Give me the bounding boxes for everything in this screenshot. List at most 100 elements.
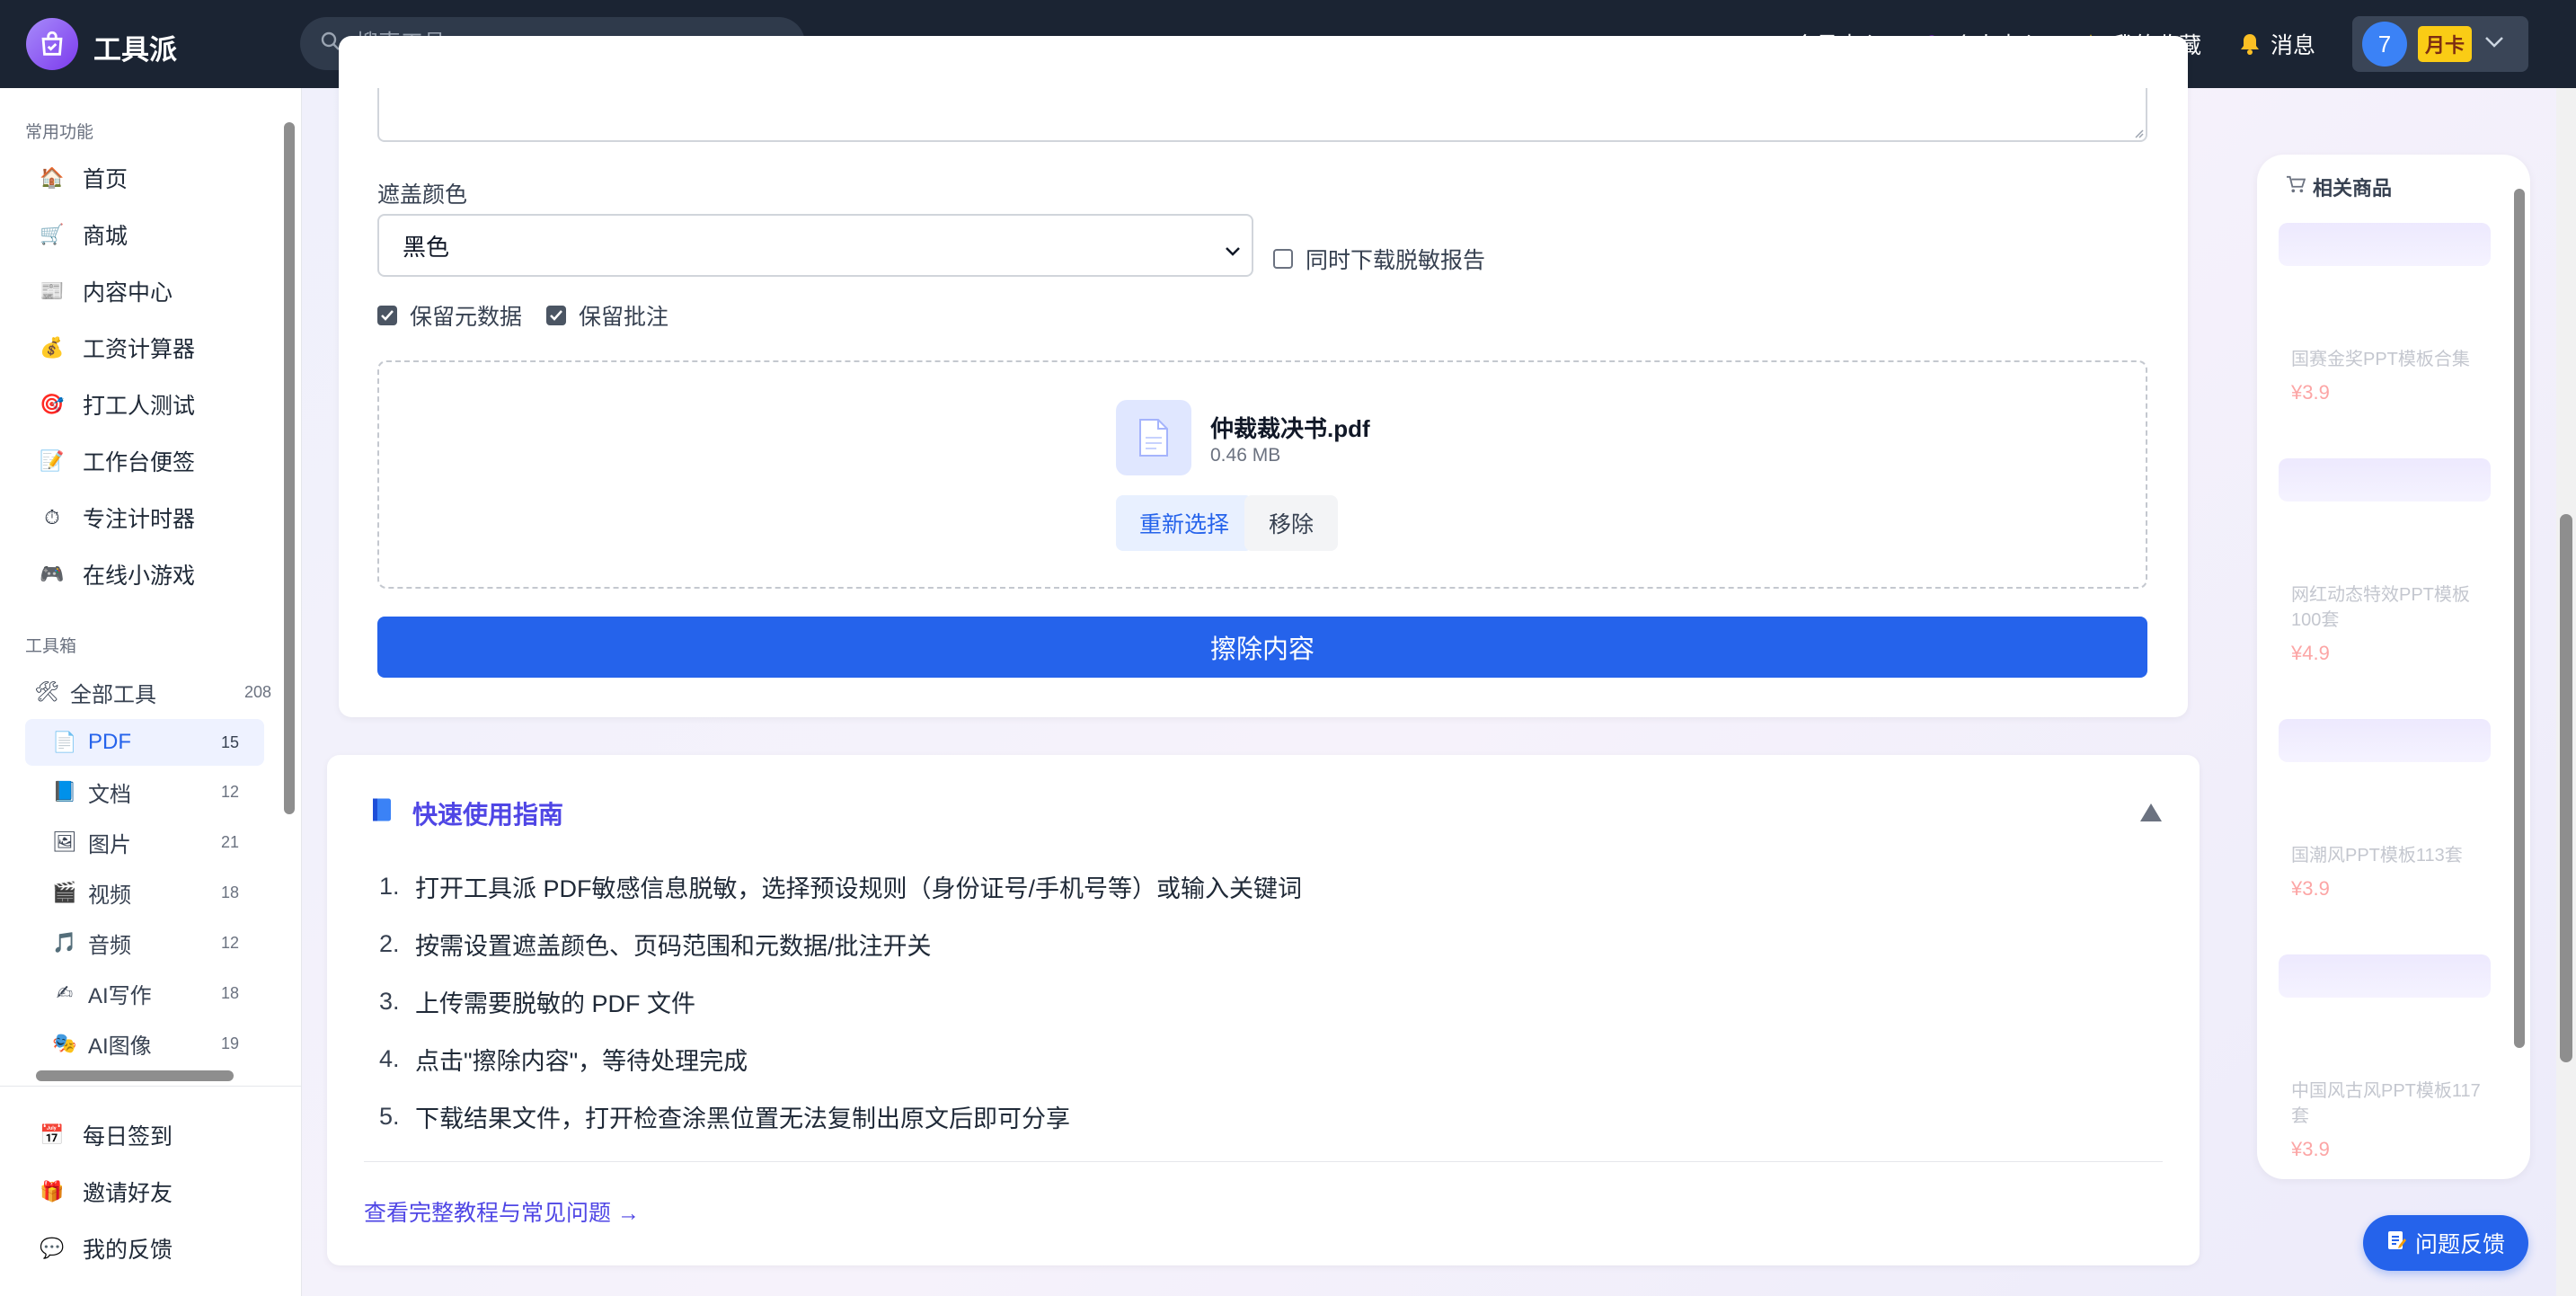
item-count: 18 [220,883,239,901]
sidebar-item-worker-test[interactable]: 🎯 打工人测试 [40,384,195,425]
sidebar-item-label: 图片 [88,832,131,857]
cart-icon [2286,175,2306,199]
item-count: 12 [220,782,239,801]
feedback-button[interactable]: 问题反馈 [2363,1215,2528,1271]
app-name[interactable]: 工具派 [93,27,177,67]
sidebar-item-images[interactable]: 🖼 图片 21 [25,819,264,865]
cart-icon: 🛒 [40,223,65,245]
remove-file-button[interactable]: 移除 [1244,495,1338,551]
step-number: 3. [379,987,400,1015]
logo-icon[interactable] [26,18,78,70]
item-count: 21 [220,832,239,851]
nav-messages[interactable]: 消息 [2238,0,2315,88]
resize-handle-icon[interactable] [2133,128,2144,138]
sidebar-item-invite-friends[interactable]: 🎁 邀请好友 [40,1171,173,1212]
blue-book-icon: 📘 [52,780,77,803]
sidebar-item-home[interactable]: 🏠 首页 [40,157,128,199]
cover-color-select[interactable]: 黑色 [377,214,1253,277]
product-name: 网红动态特效PPT模板100套 [2291,585,2470,630]
blue-book-icon [368,796,395,828]
product-card[interactable]: 国赛金奖PPT模板合集 ¥3.9 [2279,223,2491,404]
money-bag-icon: 💰 [40,336,65,359]
sidebar-item-daily-checkin[interactable]: 📅 每日签到 [40,1114,173,1156]
sidebar-horizontal-scrollbar[interactable] [9,1066,270,1086]
sidebar-vertical-scrollbar[interactable] [282,99,297,818]
scrollbar-thumb[interactable] [2560,514,2572,1062]
checkmark-icon[interactable] [377,306,397,325]
sidebar-item-focus-timer[interactable]: ⏱ 专注计时器 [40,497,195,538]
product-thumbnail [2279,719,2491,762]
product-card[interactable]: 网红动态特效PPT模板100套 ¥4.9 [2279,458,2491,665]
download-report-checkbox[interactable]: 同时下载脱敏报告 [1273,243,1485,275]
full-tutorial-link[interactable]: 查看完整教程与常见问题 → [364,1195,640,1228]
chevron-down-icon[interactable] [2484,36,2504,53]
keep-annotations-checkbox[interactable]: 保留批注 [546,299,668,332]
checkmark-icon[interactable] [546,306,566,325]
sidebar-item-content-center[interactable]: 📰 内容中心 [40,271,173,312]
sidebar-item-audio[interactable]: 🎵 音频 12 [25,919,264,966]
product-card[interactable]: 国潮风PPT模板113套 ¥3.9 [2279,719,2491,901]
sidebar-item-mall[interactable]: 🛒 商城 [40,214,128,255]
item-count: 15 [220,732,239,751]
sidebar-item-label: 在线小游戏 [83,564,196,589]
step-text: 按需设置遮盖颜色、页码范围和元数据/批注开关 [415,932,932,960]
keywords-textarea[interactable] [377,88,2147,142]
step-number: 4. [379,1044,400,1072]
sidebar-item-docs[interactable]: 📘 文档 12 [25,768,264,815]
sidebar-item-label: 我的反馈 [83,1238,173,1263]
product-thumbnail [2279,458,2491,502]
reselect-button[interactable]: 重新选择 [1116,495,1253,551]
product-card[interactable]: 中国风古风PPT模板117套 ¥3.9 [2279,954,2491,1161]
product-name: 国赛金奖PPT模板合集 [2291,350,2470,369]
sidebar-item-video[interactable]: 🎬 视频 18 [25,869,264,916]
list-item: 3. 上传需要脱敏的 PDF 文件 [379,972,1302,1030]
keep-metadata-checkbox[interactable]: 保留元数据 [377,299,522,332]
cover-color-value: 黑色 [403,233,450,261]
pdf-doc-icon: 📄 [52,731,77,753]
keep-annotations-label: 保留批注 [579,305,669,330]
sidebar-item-label: PDF [88,730,131,754]
sidebar: 常用功能 🏠 首页 🛒 商城 📰 内容中心 💰 工资计算器 🎯 打工人测试 📝 工作台便签 … [0,88,302,1296]
guide-steps: 1. 打开工具派 PDF敏感信息脱敏，选择预设规则（身份证号/手机号等）或输入关键… [379,857,1302,1145]
sidebar-item-my-feedback[interactable]: 💬 我的反馈 [40,1228,173,1269]
erase-content-button[interactable]: 擦除内容 [377,617,2147,678]
redaction-form-card: 遮盖颜色 黑色 同时下载脱敏报告 保留元数据 保留批注 仲裁裁决书.pdf 0.… [339,36,2188,717]
download-report-label: 同时下载脱敏报告 [1306,248,1486,273]
quick-guide-card: 快速使用指南 1. 打开工具派 PDF敏感信息脱敏，选择预设规则（身份证号/手机号… [327,755,2200,1265]
sidebar-item-label: 文档 [88,782,131,807]
page-scrollbar[interactable] [2556,88,2576,1296]
sidebar-item-mini-games[interactable]: 🎮 在线小游戏 [40,554,195,595]
plan-badge: 月卡 [2418,26,2473,62]
speech-bubble-icon: 💬 [40,1237,65,1259]
item-count: 208 [243,682,271,701]
related-products-panel: 相关商品 国赛金奖PPT模板合集 ¥3.9 网红动态特效PPT模板100套 ¥4… [2257,155,2530,1179]
stopwatch-icon: ⏱ [44,506,60,528]
sidebar-item-label: 专注计时器 [83,507,196,532]
product-price: ¥3.9 [2291,877,2330,900]
scrollbar-thumb[interactable] [36,1070,234,1081]
writing-hand-icon: ✍ [56,981,74,1004]
avatar[interactable]: 7 [2362,22,2407,67]
scrollbar-thumb[interactable] [284,122,295,814]
user-menu[interactable]: 7 月卡 [2352,16,2528,72]
music-note-icon: 🎵 [52,931,77,954]
sidebar-item-ai-image[interactable]: 🎭 AI图像 19 [25,1020,264,1067]
sidebar-item-pdf[interactable]: 📄 PDF 15 [25,719,264,766]
sidebar-item-ai-writing[interactable]: ✍ AI写作 18 [25,970,264,1016]
product-price: ¥3.9 [2291,1138,2330,1160]
sidebar-item-salary-calculator[interactable]: 💰 工资计算器 [40,327,195,368]
sidebar-item-label: 工作台便签 [83,450,196,475]
scrollbar-thumb[interactable] [2514,189,2525,1048]
sidebar-divider [0,1086,302,1087]
related-panel-scrollbar[interactable] [2512,162,2527,1168]
sidebar-item-label: 视频 [88,883,131,908]
sidebar-item-label: AI写作 [88,983,152,1008]
sidebar-item-sticky-notes[interactable]: 📝 工作台便签 [40,440,195,482]
product-price: ¥3.9 [2291,381,2330,404]
collapse-triangle-icon[interactable] [2140,803,2162,826]
guide-title: 快速使用指南 [412,801,564,829]
step-text: 打开工具派 PDF敏感信息脱敏，选择预设规则（身份证号/手机号等）或输入关键词 [415,874,1303,902]
sidebar-item-all-tools[interactable]: 🛠 全部工具 208 [25,669,271,715]
checkbox-box[interactable] [1273,249,1293,269]
file-dropzone[interactable]: 仲裁裁决书.pdf 0.46 MB 重新选择 移除 [377,360,2147,589]
